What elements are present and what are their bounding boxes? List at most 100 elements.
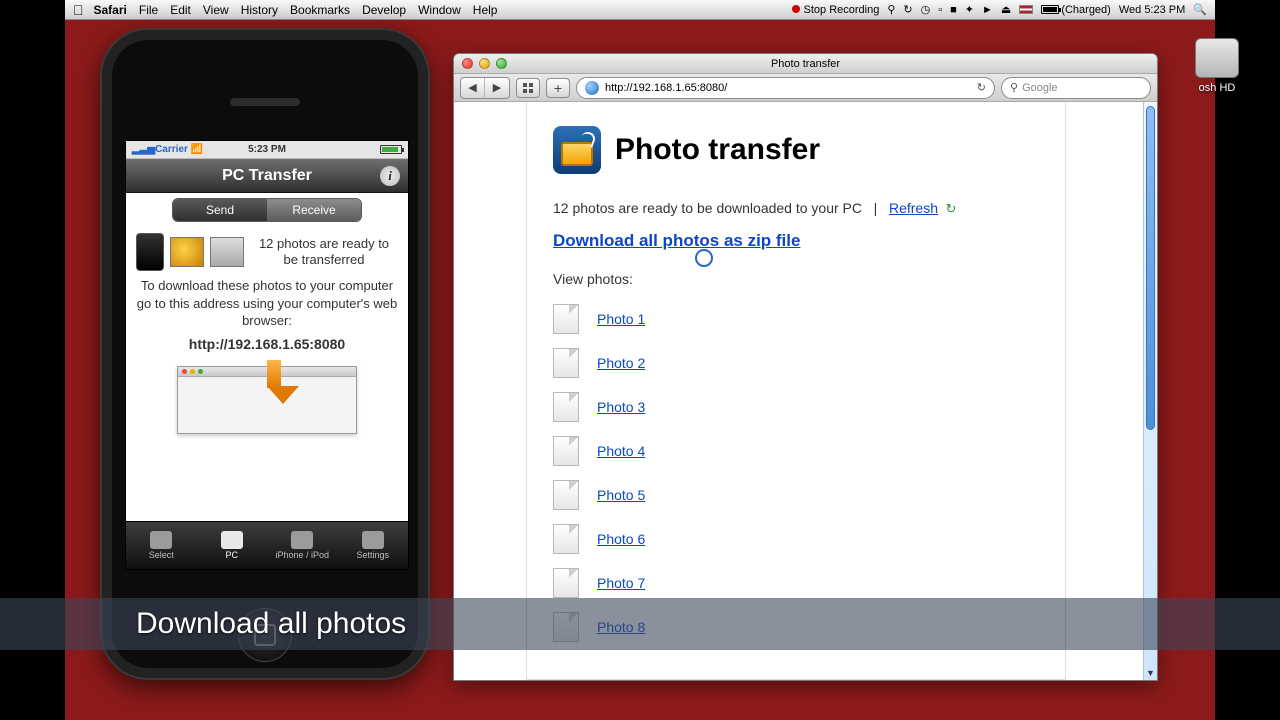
photo-link[interactable]: Photo 1 [597,311,645,327]
ip-address: http://192.168.1.65:8080 [136,336,398,352]
download-all-link[interactable]: Download all photos as zip file [553,231,800,251]
photo-link[interactable]: Photo 7 [597,575,645,591]
scrollbar-down-button[interactable]: ▼ [1144,666,1157,680]
iphone-screen: ▂▃▅Carrier 📶 5:23 PM PC Transfer i Send … [125,140,409,570]
photo-link[interactable]: Photo 6 [597,531,645,547]
search-field[interactable]: ⚲ Google [1001,77,1151,99]
photo-list-item: Photo 1 [553,297,1039,341]
stop-recording-menu[interactable]: Stop Recording [792,4,880,16]
app-menu[interactable]: Safari [94,3,127,17]
instruction-text: To download these photos to your compute… [136,277,398,330]
back-button[interactable]: ◀ [461,78,485,98]
site-favicon-icon [585,81,599,95]
battery-status[interactable]: (Charged) [1041,4,1111,16]
tab-iphone[interactable]: iPhone / iPod [267,522,338,569]
desktop-hdd[interactable]: osh HD [1160,38,1274,94]
eject-icon[interactable]: ⏏ [1001,3,1011,16]
page-content: Photo transfer 12 photos are ready to be… [526,102,1066,680]
menu-develop[interactable]: Develop [362,3,406,17]
iphone-device: ▂▃▅Carrier 📶 5:23 PM PC Transfer i Send … [100,28,430,680]
info-button[interactable]: i [380,166,400,186]
video-caption: Download all photos [0,598,1280,650]
ios-nav-title: PC Transfer [222,167,312,185]
tab-settings[interactable]: Settings [338,522,409,569]
vertical-scrollbar[interactable]: ▼ [1143,102,1157,680]
spotlight-search-icon[interactable]: 🔍 [1193,3,1207,16]
photo-link[interactable]: Photo 2 [597,355,645,371]
refresh-icon: ↻ [942,201,957,216]
search-placeholder: Google [1022,82,1057,94]
dropbox-icon[interactable]: ■ [950,4,957,16]
menu-window[interactable]: Window [418,3,461,17]
displays-icon[interactable]: ▫ [938,4,942,16]
ios-navbar: PC Transfer i [126,159,408,193]
page-heading: Photo transfer [553,126,1039,174]
photo-thumb-icon [553,436,579,466]
tab-pc[interactable]: PC [197,522,268,569]
input-source-icon[interactable] [1019,5,1033,14]
ios-tabbar: Select PC iPhone / iPod Settings [126,521,408,569]
segment-receive[interactable]: Receive [267,199,361,221]
iphone-thumb-icon [136,233,164,271]
menu-history[interactable]: History [241,3,278,17]
add-bookmark-button[interactable]: + [546,78,570,98]
photo-list-item: Photo 5 [553,473,1039,517]
app-logo-icon [553,126,601,174]
bluetooth-icon[interactable]: ✦ [965,3,974,16]
pc-thumb-icon [210,237,244,267]
photo-link[interactable]: Photo 4 [597,443,645,459]
photo-thumb-icon [553,524,579,554]
safari-window: Photo transfer ◀ ▶ + http://192.168.1.65… [453,53,1158,681]
window-minimize-button[interactable] [479,58,490,69]
photo-link[interactable]: Photo 3 [597,399,645,415]
menubar-clock[interactable]: Wed 5:23 PM [1119,4,1185,16]
photo-thumb-icon [553,568,579,598]
battery-icon [380,145,402,154]
hdd-icon [1195,38,1239,78]
photo-list-item: Photo 4 [553,429,1039,473]
window-title: Photo transfer [771,58,840,70]
bookmarks-button[interactable] [516,78,540,98]
spotlight-icon[interactable]: ⚲ [887,3,895,16]
segmented-control[interactable]: Send Receive [172,198,362,222]
photo-thumb-icon [553,304,579,334]
macos-menubar:  Safari File Edit View History Bookmark… [65,0,1215,20]
photo-list-item: Photo 2 [553,341,1039,385]
menu-file[interactable]: File [139,3,158,17]
photo-thumb-icon [553,480,579,510]
volume-icon[interactable]: ► [982,4,993,16]
tab-select[interactable]: Select [126,522,197,569]
hdd-label: osh HD [1160,82,1274,94]
address-bar-url: http://192.168.1.65:8080/ [605,82,727,94]
photo-thumb-icon [170,237,204,267]
carrier-label: ▂▃▅Carrier 📶 [132,144,203,155]
segment-send[interactable]: Send [173,199,267,221]
menu-help[interactable]: Help [473,3,498,17]
refresh-link[interactable]: Refresh [889,200,938,216]
page-viewport[interactable]: Photo transfer 12 photos are ready to be… [454,102,1143,680]
reload-button[interactable]: ↻ [977,81,986,94]
sync-icon[interactable]: ↻ [903,3,912,16]
address-bar[interactable]: http://192.168.1.65:8080/ ↻ [576,77,995,99]
apple-menu-icon[interactable]:  [73,2,84,18]
photo-thumb-icon [553,348,579,378]
menu-bookmarks[interactable]: Bookmarks [290,3,350,17]
ready-text: 12 photos are ready to be transferred [250,236,398,269]
menu-edit[interactable]: Edit [170,3,191,17]
window-zoom-button[interactable] [496,58,507,69]
search-icon: ⚲ [1010,81,1018,94]
view-photos-label: View photos: [553,271,1039,287]
menu-view[interactable]: View [203,3,229,17]
photo-link[interactable]: Photo 5 [597,487,645,503]
forward-button[interactable]: ▶ [485,78,509,98]
window-close-button[interactable] [462,58,473,69]
phone-speaker [230,98,300,106]
safari-toolbar: ◀ ▶ + http://192.168.1.65:8080/ ↻ ⚲ Goog… [454,74,1157,102]
status-text: 12 photos are ready to be downloaded to … [553,200,862,216]
ios-status-bar: ▂▃▅Carrier 📶 5:23 PM [126,141,408,159]
scrollbar-thumb[interactable] [1146,106,1155,430]
photo-list-item: Photo 3 [553,385,1039,429]
safari-titlebar[interactable]: Photo transfer [454,54,1157,74]
time-machine-icon[interactable]: ◷ [921,3,931,16]
ios-clock: 5:23 PM [248,144,286,155]
